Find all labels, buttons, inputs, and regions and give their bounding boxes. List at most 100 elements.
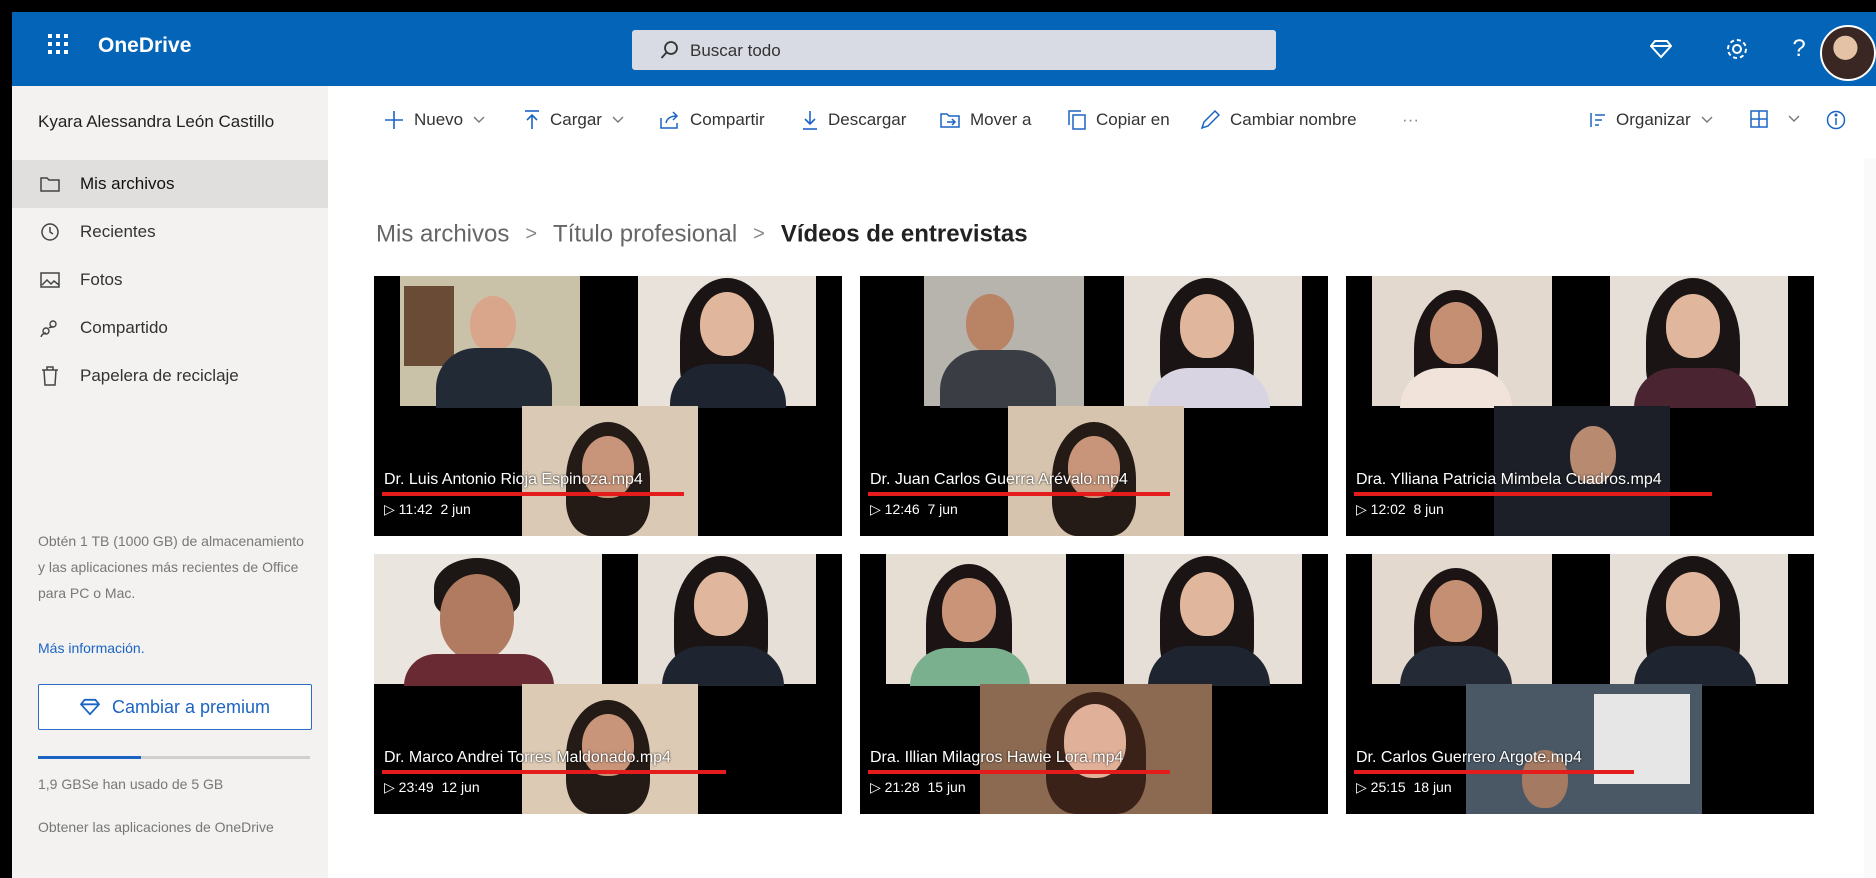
app-launcher-icon[interactable] bbox=[46, 32, 70, 56]
thumbnail-person bbox=[694, 572, 748, 636]
storage-progress-fill bbox=[38, 756, 142, 759]
account-owner-name: Kyara Alessandra León Castillo bbox=[38, 112, 275, 131]
move-to-button[interactable]: Mover a bbox=[940, 110, 1031, 130]
more-commands-button[interactable]: ··· bbox=[1402, 110, 1419, 130]
copy-to-button-label: Copiar en bbox=[1096, 110, 1170, 129]
thumbnail-person bbox=[436, 348, 552, 408]
new-button[interactable]: Nuevo bbox=[384, 110, 495, 130]
sidebar-item-fotos[interactable]: Fotos bbox=[12, 256, 328, 304]
file-date: 7 jun bbox=[927, 501, 958, 517]
download-button-label: Descargar bbox=[828, 110, 907, 129]
sidebar-item-compartido[interactable]: Compartido bbox=[12, 304, 328, 352]
left-navigation: Kyara Alessandra León Castillo Mis archi… bbox=[12, 86, 328, 878]
video-duration: ▷ 21:28 bbox=[870, 779, 920, 795]
get-apps-link[interactable]: Obtener las aplicaciones de OneDrive bbox=[38, 818, 278, 836]
video-tile[interactable]: Dr. Carlos Guerrero Argote.mp4 ▷ 25:15 1… bbox=[1346, 554, 1814, 814]
red-underline bbox=[868, 770, 1170, 774]
thumbnail-person bbox=[1634, 646, 1756, 686]
breadcrumb-item-mis-archivos[interactable]: Mis archivos bbox=[376, 221, 509, 248]
search-icon bbox=[660, 40, 680, 65]
video-duration: ▷ 12:46 bbox=[870, 501, 920, 517]
avatar[interactable] bbox=[1820, 25, 1876, 81]
move-icon bbox=[940, 113, 960, 128]
sidebar-item-label: Recientes bbox=[80, 222, 156, 241]
video-tile[interactable]: Dra. Illian Milagros Hawie Lora.mp4 ▷ 21… bbox=[860, 554, 1328, 814]
chevron-down-icon bbox=[1788, 115, 1800, 122]
sort-button[interactable]: Organizar bbox=[1588, 110, 1723, 130]
file-date: 18 jun bbox=[1413, 779, 1452, 795]
download-icon bbox=[803, 111, 817, 130]
red-underline bbox=[382, 492, 684, 496]
thumbnail-person bbox=[1180, 294, 1234, 358]
share-button[interactable]: Compartir bbox=[660, 110, 765, 130]
file-meta: ▷ 21:28 15 jun bbox=[870, 779, 966, 796]
premium-button[interactable]: Cambiar a premium bbox=[38, 684, 312, 730]
search-placeholder: Buscar todo bbox=[690, 41, 781, 60]
sidebar-item-label: Fotos bbox=[80, 270, 123, 289]
upload-button-label: Cargar bbox=[550, 110, 602, 129]
diamond-icon bbox=[79, 698, 100, 716]
breadcrumb-separator: > bbox=[753, 223, 765, 246]
sort-button-label: Organizar bbox=[1616, 110, 1691, 129]
upload-icon bbox=[525, 110, 539, 129]
thumbnail-person bbox=[1430, 580, 1482, 642]
file-name: Dr. Carlos Guerrero Argote.mp4 bbox=[1356, 749, 1582, 766]
upload-button[interactable]: Cargar bbox=[524, 110, 634, 130]
more-info-link[interactable]: Más información. bbox=[38, 640, 145, 656]
download-button[interactable]: Descargar bbox=[802, 110, 906, 130]
thumbnail-person bbox=[1666, 572, 1720, 636]
file-name: Dr. Marco Andrei Torres Maldonado.mp4 bbox=[384, 749, 671, 766]
new-button-label: Nuevo bbox=[414, 110, 464, 129]
premium-button-label: Cambiar a premium bbox=[111, 696, 271, 717]
folder-icon bbox=[38, 176, 62, 192]
diamond-icon[interactable] bbox=[1646, 34, 1676, 64]
storage-usage-text: 1,9 GBSe han usado de 5 GB bbox=[38, 776, 224, 792]
sidebar-item-papelera[interactable]: Papelera de reciclaje bbox=[12, 352, 328, 400]
vertical-scrollbar[interactable] bbox=[1864, 158, 1876, 878]
file-date: 8 jun bbox=[1413, 501, 1444, 517]
sidebar-item-mis-archivos[interactable]: Mis archivos bbox=[12, 160, 328, 208]
file-name: Dra. Ylliana Patricia Mimbela Cuadros.mp… bbox=[1356, 471, 1662, 488]
trash-icon bbox=[38, 366, 62, 386]
rename-button-label: Cambiar nombre bbox=[1230, 110, 1357, 129]
file-meta: ▷ 12:46 7 jun bbox=[870, 501, 958, 518]
thumbnail-person bbox=[910, 648, 1030, 686]
sidebar-item-label: Mis archivos bbox=[80, 174, 175, 193]
video-tile[interactable]: Dr. Marco Andrei Torres Maldonado.mp4 ▷ … bbox=[374, 554, 842, 814]
pencil-icon bbox=[1200, 110, 1220, 130]
red-underline bbox=[1354, 492, 1712, 496]
sidebar-item-recientes[interactable]: Recientes bbox=[12, 208, 328, 256]
thumbnail-person bbox=[1148, 646, 1270, 686]
move-to-button-label: Mover a bbox=[970, 110, 1032, 129]
video-tile[interactable]: Dr. Luis Antonio Rioja Espinoza.mp4 ▷ 11… bbox=[374, 276, 842, 536]
thumbnail-person bbox=[966, 294, 1014, 352]
view-options-button[interactable] bbox=[1750, 110, 1810, 128]
file-date: 15 jun bbox=[927, 779, 966, 795]
copy-icon bbox=[1068, 110, 1086, 130]
clock-icon bbox=[38, 222, 62, 242]
help-icon[interactable]: ? bbox=[1784, 34, 1814, 64]
video-duration: ▷ 23:49 bbox=[384, 779, 434, 795]
thumbnail-person bbox=[1430, 302, 1482, 364]
search-input[interactable]: Buscar todo bbox=[632, 30, 1276, 70]
rename-button[interactable]: Cambiar nombre bbox=[1200, 110, 1357, 130]
file-meta: ▷ 11:42 2 jun bbox=[384, 501, 471, 518]
app-title[interactable]: OneDrive bbox=[98, 34, 191, 58]
thumbnail-person bbox=[670, 364, 786, 408]
thumbnail-person bbox=[1666, 294, 1720, 358]
thumbnail-person bbox=[662, 646, 784, 686]
thumbnail-person bbox=[1148, 368, 1270, 408]
thumbnail-person bbox=[404, 654, 554, 686]
video-tile[interactable]: Dr. Juan Carlos Guerra Arévalo.mp4 ▷ 12:… bbox=[860, 276, 1328, 536]
gear-icon[interactable] bbox=[1722, 34, 1752, 64]
share-button-label: Compartir bbox=[690, 110, 765, 129]
storage-promo-text: Obtén 1 TB (1000 GB) de almacenamiento y… bbox=[38, 533, 304, 601]
thumbnail-bookshelf bbox=[404, 286, 454, 366]
page-title: Vídeos de entrevistas bbox=[780, 220, 1028, 248]
info-button[interactable] bbox=[1826, 110, 1856, 130]
video-duration: ▷ 25:15 bbox=[1356, 779, 1406, 795]
top-bar: OneDrive Buscar todo ? bbox=[12, 12, 1876, 86]
breadcrumb-item-titulo-profesional[interactable]: Título profesional bbox=[553, 221, 737, 248]
video-tile[interactable]: Dra. Ylliana Patricia Mimbela Cuadros.mp… bbox=[1346, 276, 1814, 536]
copy-to-button[interactable]: Copiar en bbox=[1068, 110, 1170, 130]
